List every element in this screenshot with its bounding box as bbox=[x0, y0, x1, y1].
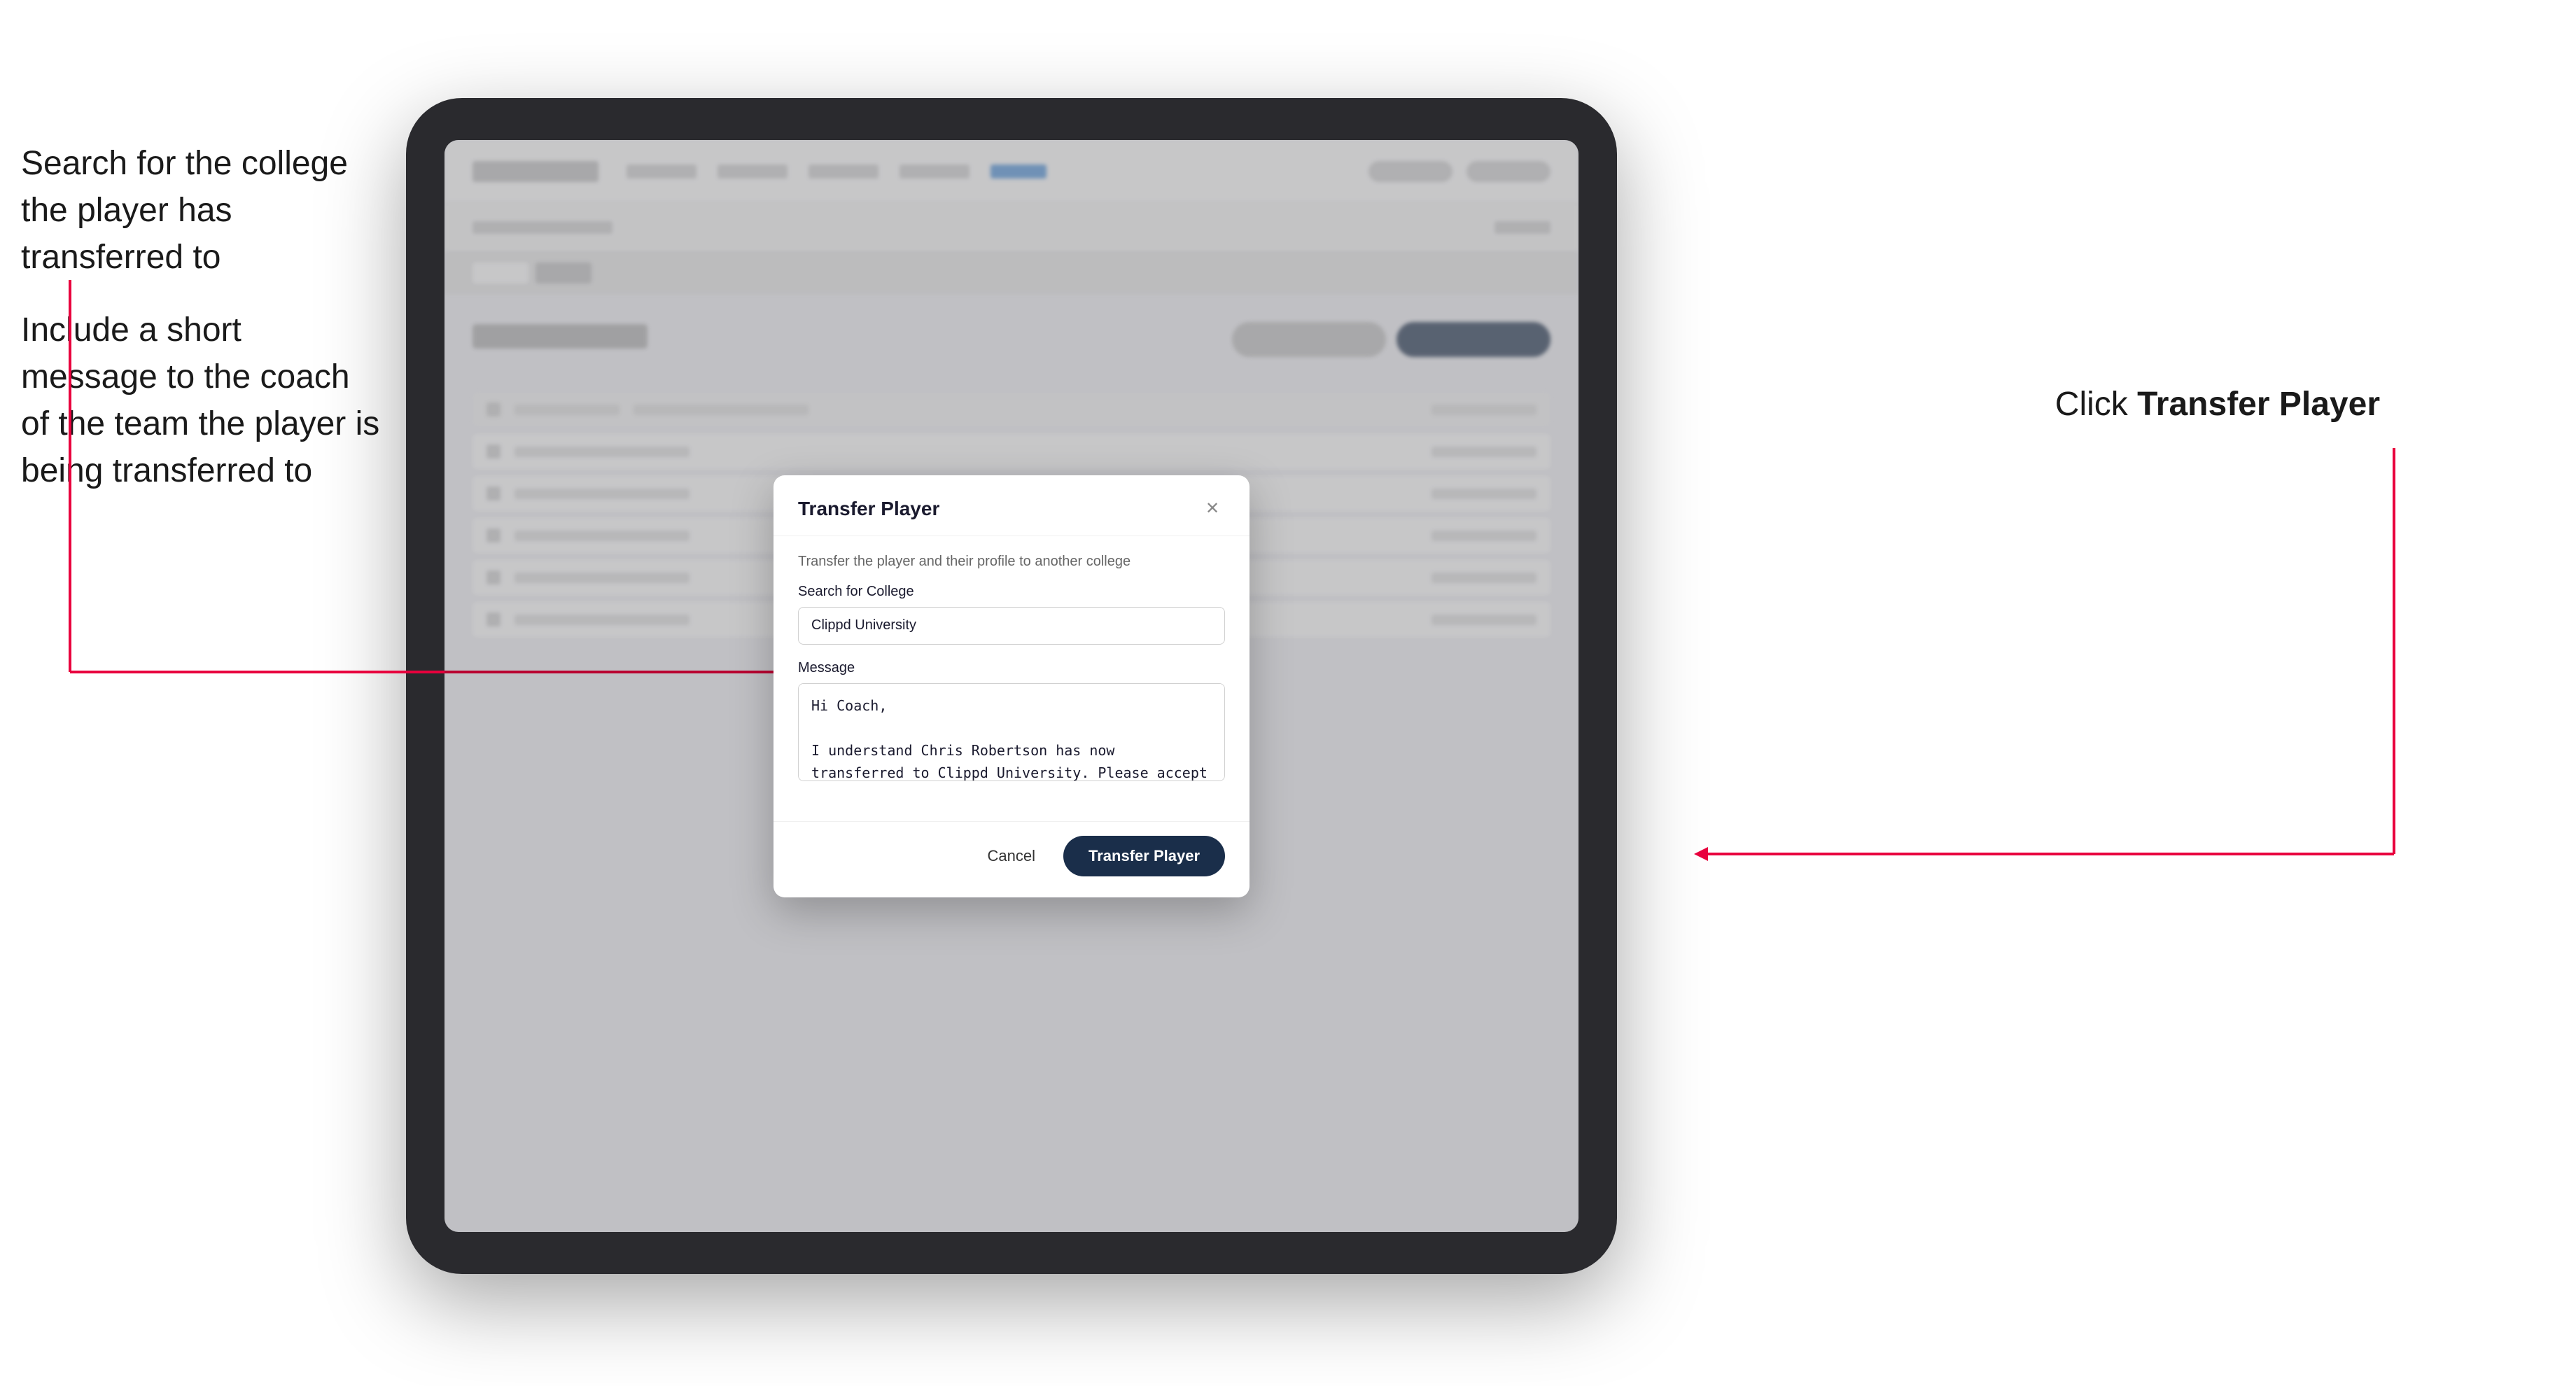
modal-body: Transfer the player and their profile to… bbox=[774, 536, 1250, 821]
ipad-frame: Transfer Player ✕ Transfer the player an… bbox=[406, 98, 1617, 1274]
annotation-transfer-text: Transfer Player bbox=[2137, 386, 2380, 423]
search-college-group: Search for College bbox=[798, 584, 1225, 645]
modal-footer: Cancel Transfer Player bbox=[774, 821, 1250, 897]
annotation-left-container: Search for the college the player has tr… bbox=[21, 140, 385, 494]
annotation-click-text: Click bbox=[2055, 386, 2137, 423]
transfer-player-button[interactable]: Transfer Player bbox=[1063, 836, 1225, 876]
search-college-label: Search for College bbox=[798, 584, 1225, 600]
modal-header: Transfer Player ✕ bbox=[774, 475, 1250, 536]
annotation-search-text: Search for the college the player has tr… bbox=[21, 140, 385, 281]
modal-title: Transfer Player bbox=[798, 498, 939, 520]
message-label: Message bbox=[798, 660, 1225, 676]
modal-subtitle: Transfer the player and their profile to… bbox=[798, 554, 1225, 570]
transfer-player-modal: Transfer Player ✕ Transfer the player an… bbox=[774, 475, 1250, 897]
cancel-button[interactable]: Cancel bbox=[974, 839, 1049, 874]
search-college-input[interactable] bbox=[798, 607, 1225, 645]
ipad-screen: Transfer Player ✕ Transfer the player an… bbox=[444, 140, 1578, 1232]
annotation-right-container: Click Transfer Player bbox=[2055, 385, 2380, 424]
annotation-message-text: Include a short message to the coach of … bbox=[21, 307, 385, 495]
message-textarea[interactable]: Hi Coach, I understand Chris Robertson h… bbox=[798, 683, 1225, 781]
message-group: Message Hi Coach, I understand Chris Rob… bbox=[798, 660, 1225, 785]
modal-close-button[interactable]: ✕ bbox=[1200, 496, 1225, 522]
modal-overlay: Transfer Player ✕ Transfer the player an… bbox=[444, 140, 1578, 1232]
